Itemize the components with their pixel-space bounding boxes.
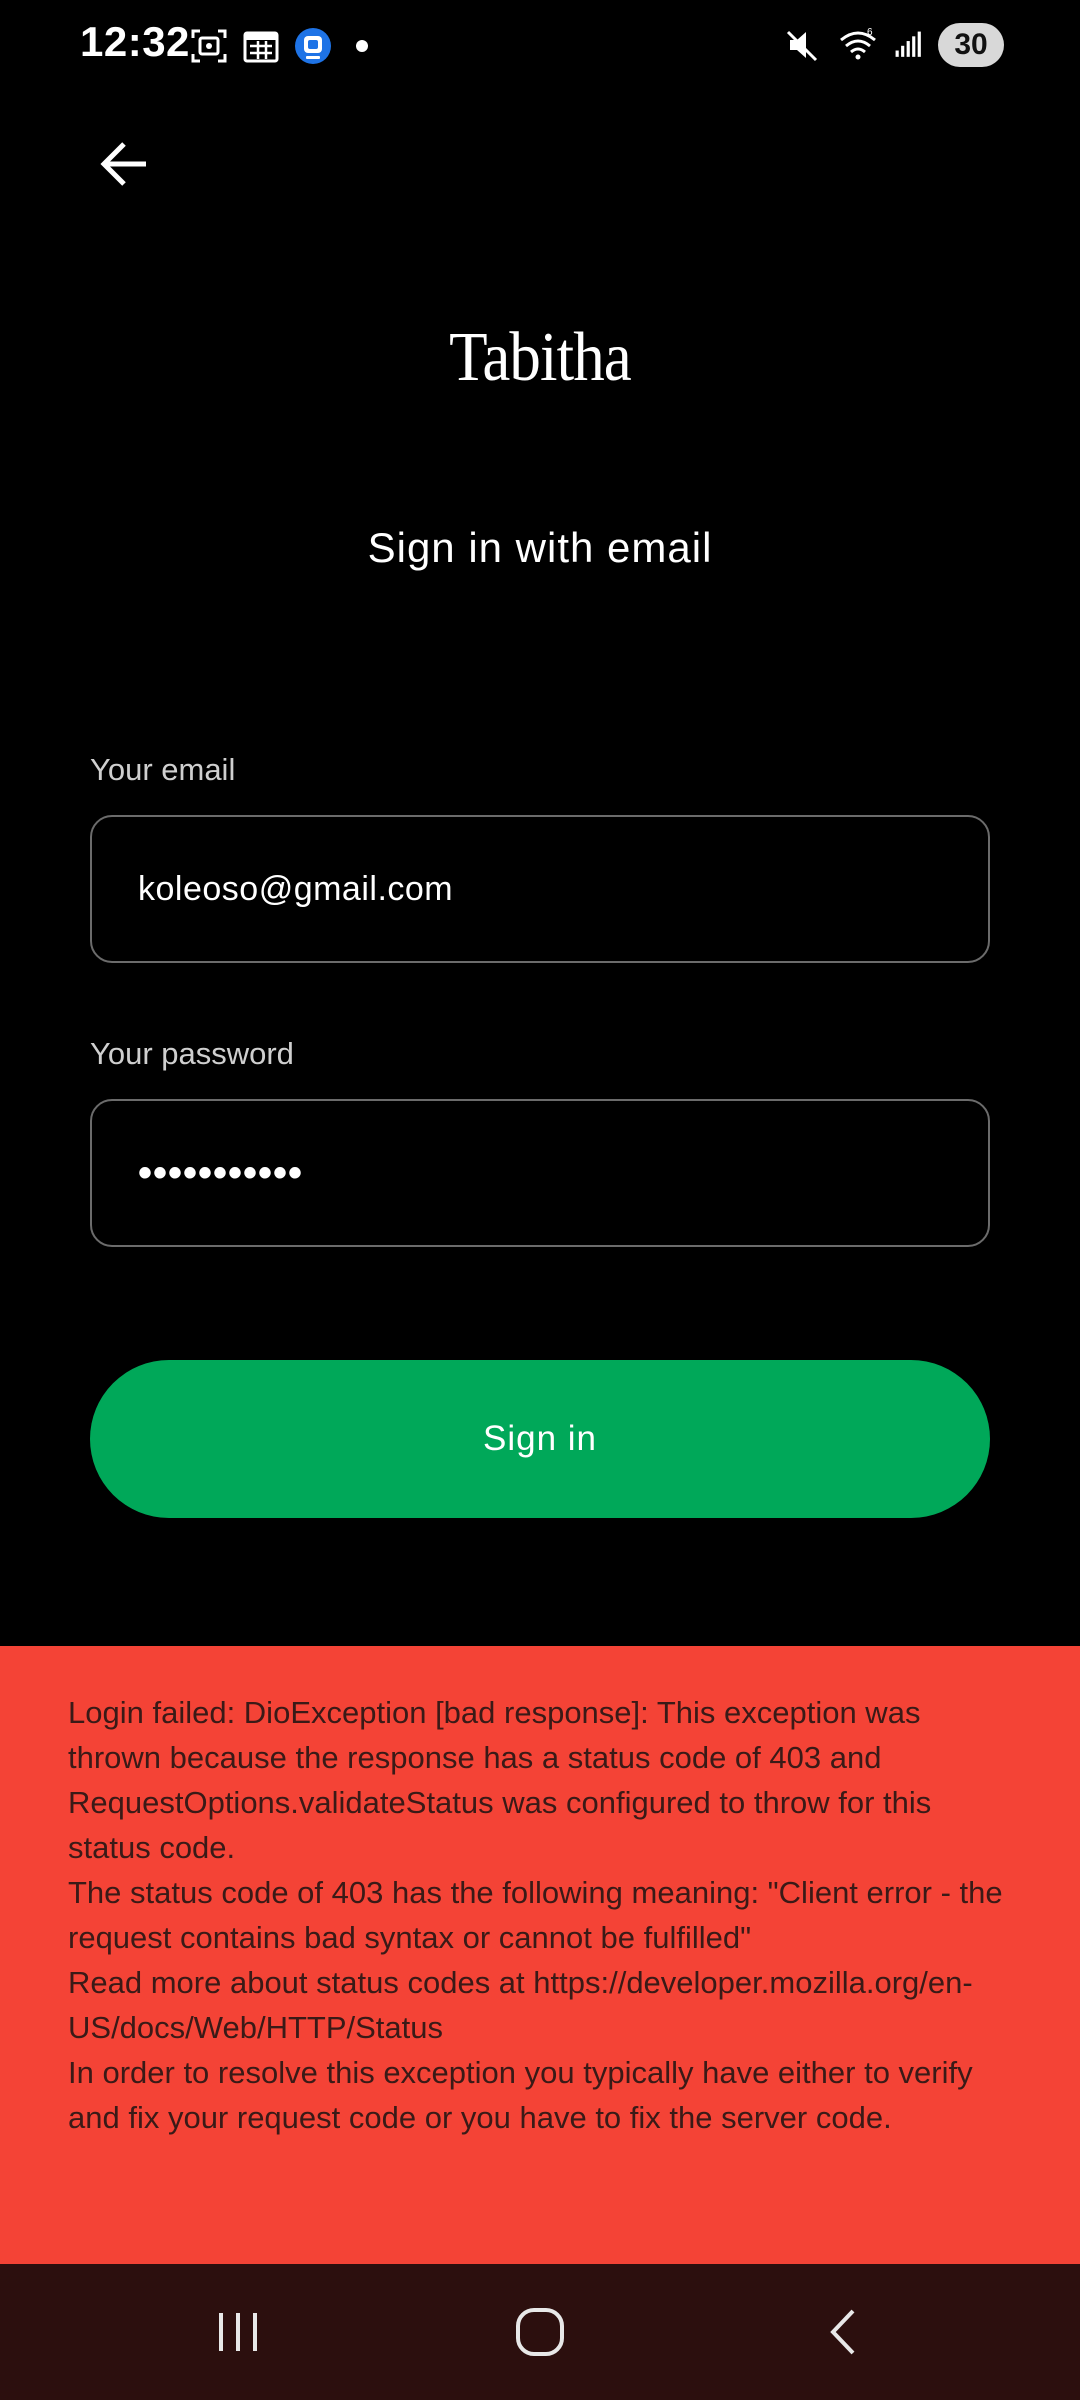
- back-icon: [830, 2309, 855, 2355]
- screenshot-icon: [191, 29, 227, 63]
- app-notification-icon: [295, 28, 331, 64]
- wifi-icon: 6: [840, 27, 876, 60]
- recent-apps-icon: [219, 2313, 257, 2351]
- status-left-icons: [190, 26, 368, 66]
- signal-icon: [895, 31, 921, 57]
- page-title: Sign in with email: [367, 524, 713, 571]
- home-icon: [516, 2308, 564, 2356]
- password-label: Your password: [90, 1036, 294, 1071]
- notification-dot-icon: [356, 40, 368, 52]
- app-logo: Tabitha: [449, 319, 632, 396]
- email-label: Your email: [90, 752, 236, 787]
- password-input-value[interactable]: •••••••••••: [138, 1101, 938, 1245]
- recent-apps-button[interactable]: [138, 2264, 338, 2400]
- calendar-icon: [243, 31, 279, 63]
- battery-indicator: 30: [938, 23, 1004, 67]
- status-time: 12:32: [80, 18, 190, 65]
- svg-text:6: 6: [867, 27, 873, 38]
- home-button[interactable]: [440, 2264, 640, 2400]
- arrow-left-icon: [100, 142, 146, 186]
- sign-in-screen: 12:32 6 30 Tabitha Sign in with email Yo…: [0, 0, 1080, 2400]
- error-snackbar: Login failed: DioException [bad response…: [0, 1646, 1080, 2266]
- password-field[interactable]: •••••••••••: [90, 1099, 990, 1247]
- error-message: Login failed: DioException [bad response…: [68, 1695, 1003, 2135]
- back-button[interactable]: [92, 132, 156, 196]
- mute-icon: [786, 30, 818, 62]
- email-field[interactable]: koleoso@gmail.com: [90, 815, 990, 963]
- system-nav-bar: [0, 2264, 1080, 2400]
- status-bar: 12:32 6 30: [0, 0, 1080, 90]
- email-input-value[interactable]: koleoso@gmail.com: [138, 817, 938, 961]
- status-right-icons: 6 30: [784, 22, 1004, 68]
- nav-back-button[interactable]: [744, 2264, 944, 2400]
- sign-in-button[interactable]: Sign in: [90, 1360, 990, 1518]
